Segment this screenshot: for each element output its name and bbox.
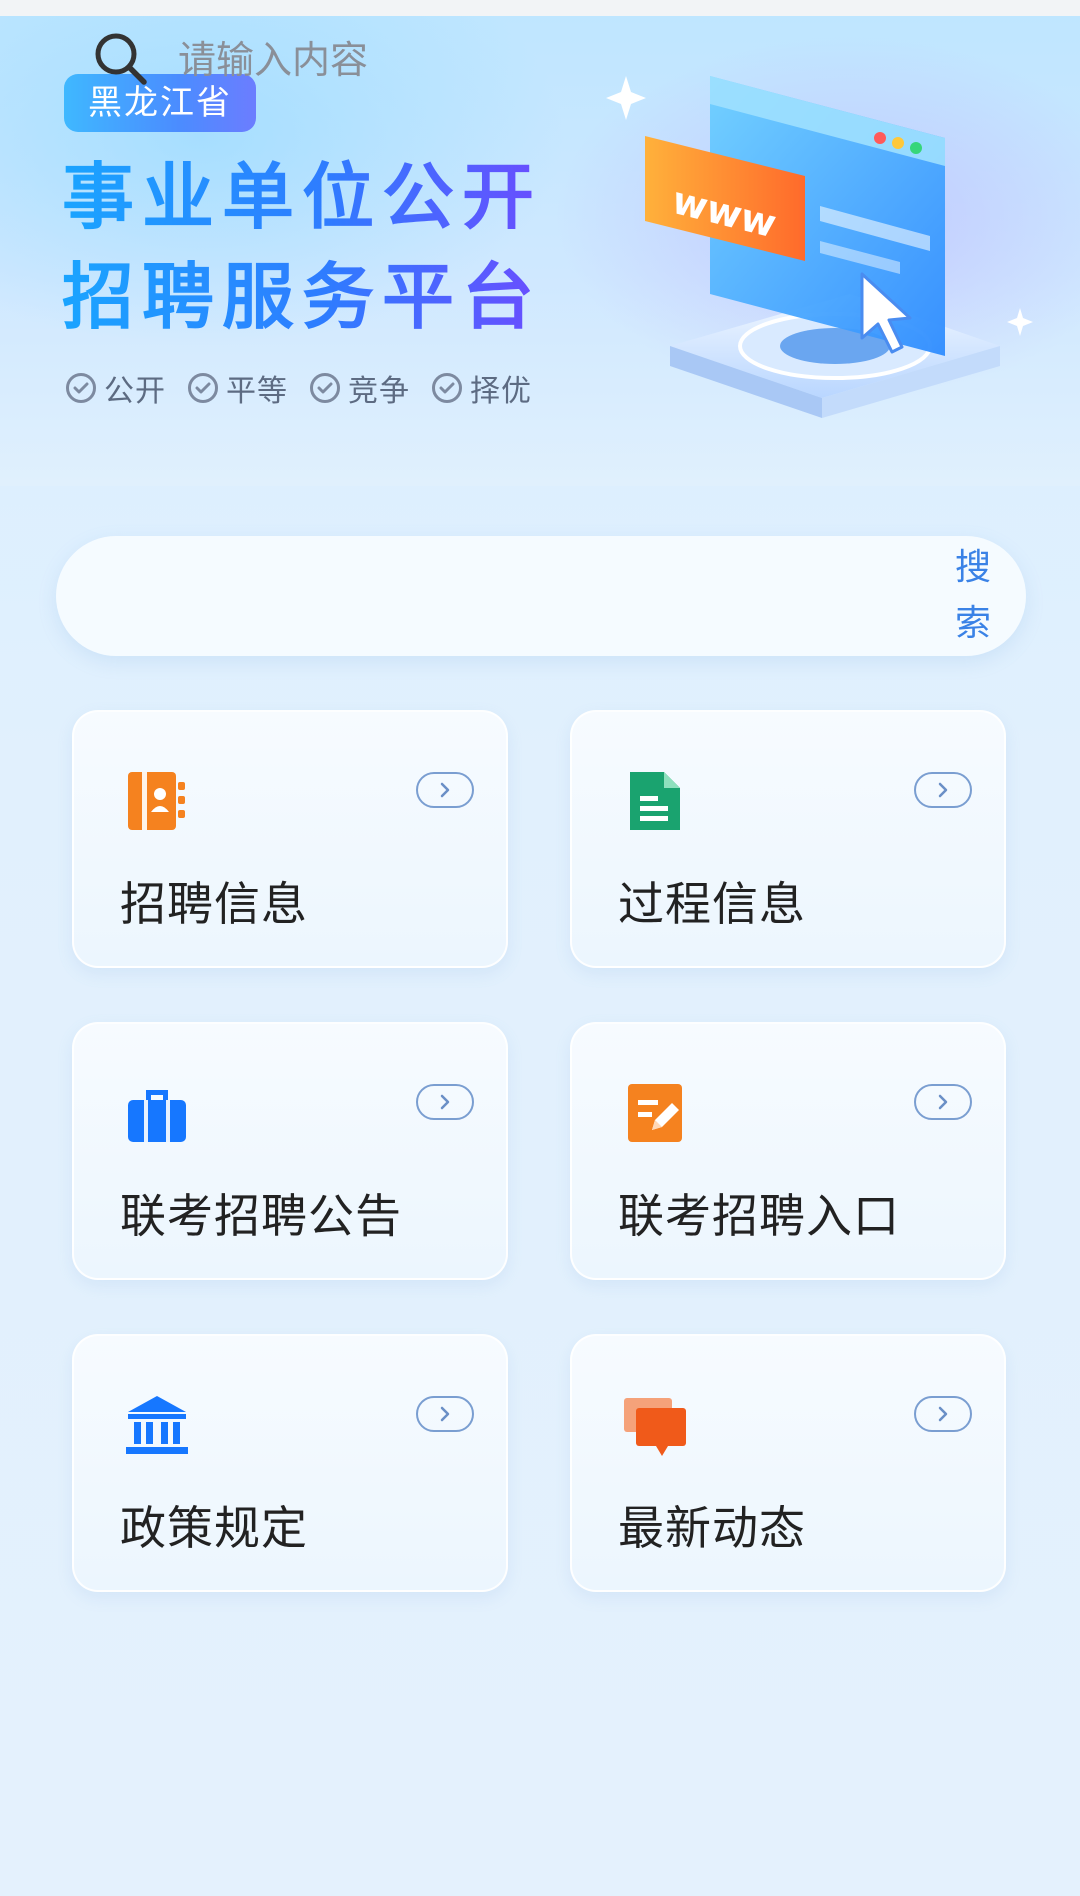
hero-title-line2: 招聘服务平台 [62,252,542,342]
government-building-icon [126,1396,188,1454]
check-circle-icon [432,373,462,403]
menu-card-label: 招聘信息 [120,877,308,931]
menu-card-joint-exam-notice[interactable]: 联考招聘公告 [72,1022,508,1280]
menu-card-label: 联考招聘入口 [618,1189,900,1243]
menu-card-recruitment-info[interactable]: 招聘信息 [72,710,508,968]
document-icon [630,772,680,830]
hero-title-line1: 事业单位公开 [62,152,542,242]
menu-card-policy[interactable]: 政策规定 [72,1334,508,1592]
briefcase-icon [128,1090,186,1142]
search-button[interactable]: 搜 索 [950,536,996,656]
menu-card-label: 过程信息 [618,877,806,931]
chat-bubbles-icon [624,1398,686,1456]
menu-card-label: 最新动态 [618,1501,806,1555]
search-button-label-1: 搜 [954,547,991,588]
menu-card-latest-news[interactable]: 最新动态 [570,1334,1006,1592]
edit-form-icon [628,1084,682,1142]
tag-item: 平等 [188,366,288,410]
chevron-right-icon [914,1084,972,1120]
chevron-right-icon [416,1396,474,1432]
check-circle-icon [310,373,340,403]
chevron-right-icon [914,772,972,808]
tag-label: 择优 [470,374,532,409]
chevron-right-icon [914,1396,972,1432]
chevron-right-icon [416,1084,474,1120]
menu-card-label: 联考招聘公告 [120,1189,402,1243]
chevron-right-icon [416,772,474,808]
search-input[interactable] [178,28,898,92]
contact-book-icon [128,772,185,830]
status-strip [0,0,1080,16]
menu-card-joint-exam-entry[interactable]: 联考招聘入口 [570,1022,1006,1280]
check-circle-icon [188,373,218,403]
tag-item: 公开 [66,366,166,410]
tag-item: 择优 [432,366,532,410]
search-button-label-2: 索 [954,603,991,644]
app-page: 黑龙江省 事业单位公开 招聘服务平台 公开 平等 竞争 择优 www 请输入内容… [0,0,1080,1896]
tag-label: 公开 [104,374,166,409]
tag-item: 竞争 [310,366,410,410]
menu-card-process-info[interactable]: 过程信息 [570,710,1006,968]
tag-label: 平等 [226,374,288,409]
menu-card-label: 政策规定 [120,1501,308,1555]
tag-label: 竞争 [348,374,410,409]
search-icon[interactable] [92,30,150,88]
search-bar [56,536,1026,656]
value-tags: 公开 平等 竞争 择优 [66,366,532,410]
website-illustration: www [606,76,1033,418]
check-circle-icon [66,373,96,403]
